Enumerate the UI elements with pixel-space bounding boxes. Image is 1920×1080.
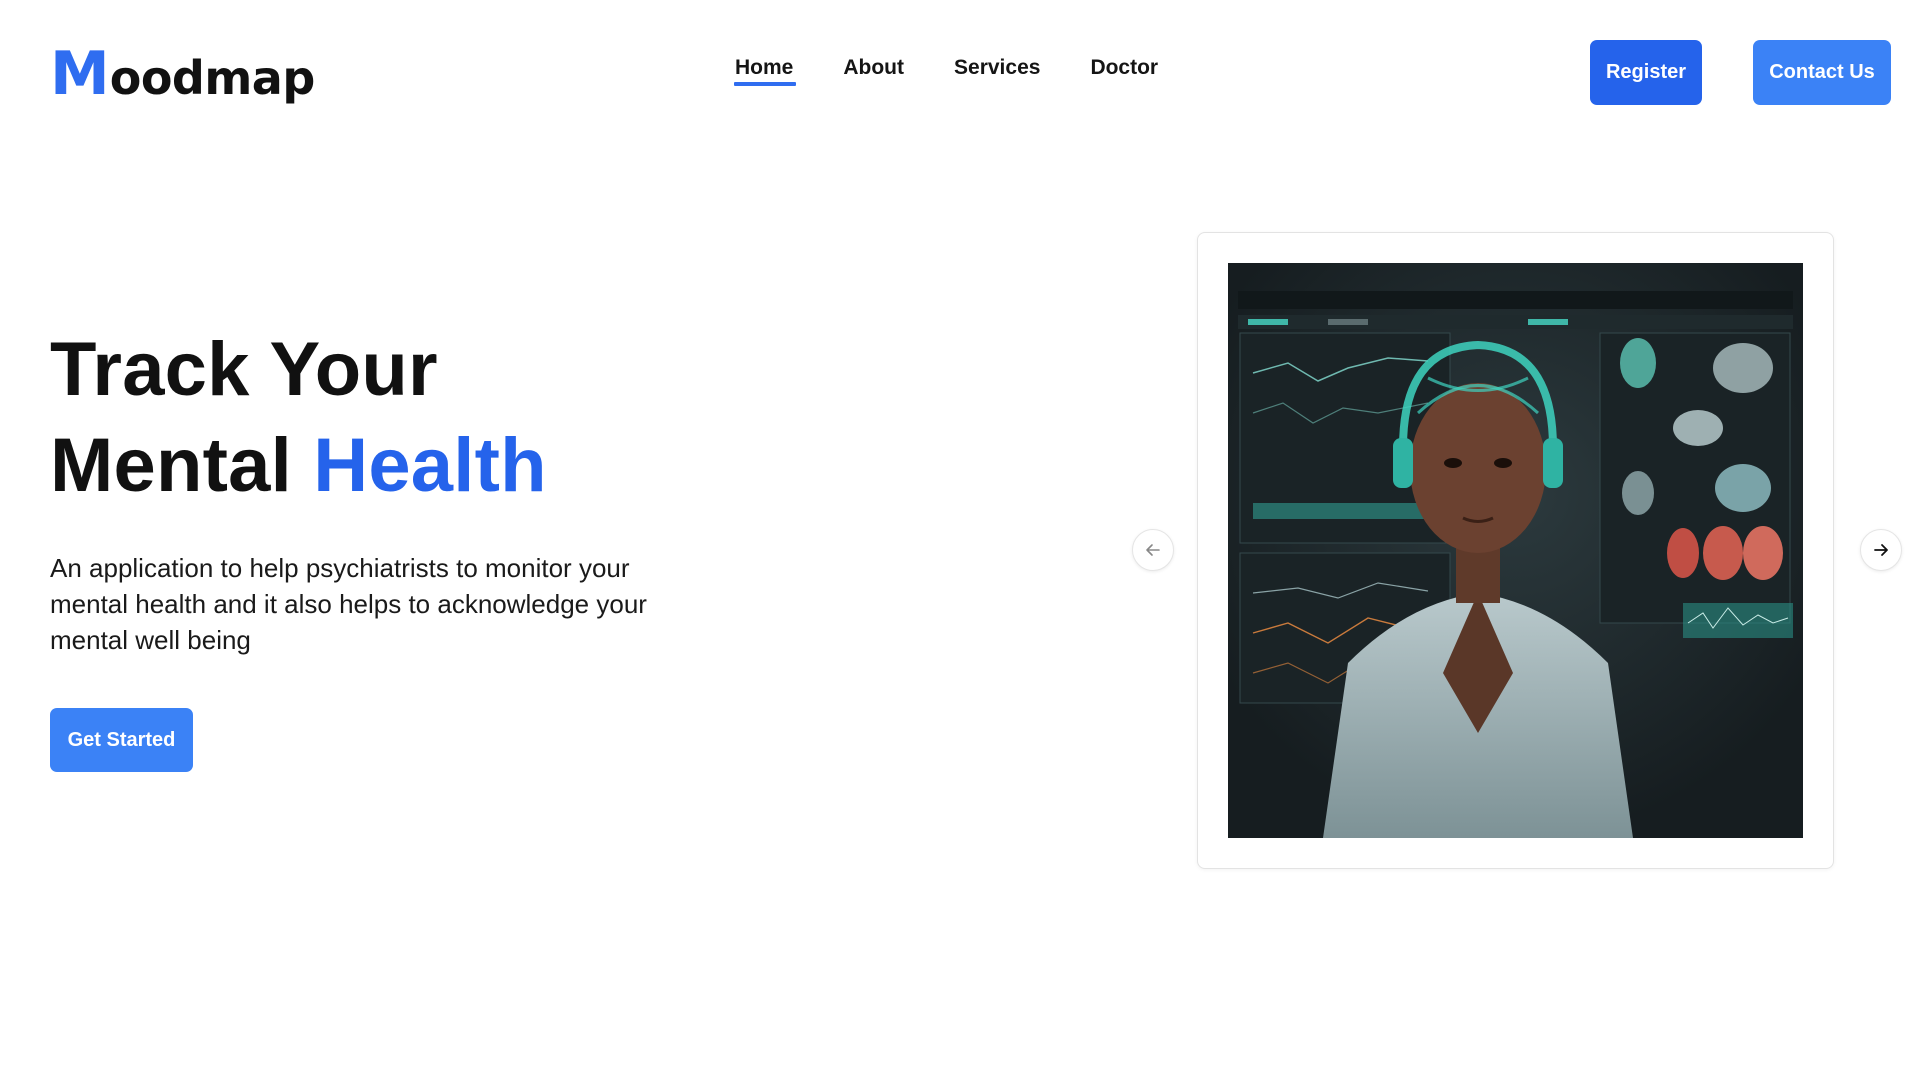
hero-title-line1: Track Your [50,327,438,412]
nav-services[interactable]: Services [954,56,1040,86]
nav-home[interactable]: Home [733,56,797,86]
arrow-left-icon [1146,544,1160,556]
nav-doctor[interactable]: Doctor [1090,56,1158,86]
arrow-right-icon [1874,544,1888,556]
nav-about[interactable]: About [843,56,904,86]
logo[interactable]: Moodmap [50,44,315,108]
carousel-prev-button[interactable] [1132,529,1174,571]
contact-us-button[interactable]: Contact Us [1753,40,1891,105]
carousel-next-button[interactable] [1860,529,1902,571]
hero-title-accent: Health [313,423,547,508]
get-started-button[interactable]: Get Started [50,708,193,772]
hero-description: An application to help psychiatrists to … [50,553,647,655]
main-nav: Home About Services Doctor [733,56,1158,86]
carousel-card [1197,232,1834,869]
hero-title-line2: Mental [50,423,292,508]
logo-text: oodmap [109,51,316,105]
hero-image [1228,263,1803,838]
logo-initial: M [50,39,110,109]
register-button[interactable]: Register [1590,40,1702,105]
hero-title: Track Your Mental Health [50,322,547,514]
